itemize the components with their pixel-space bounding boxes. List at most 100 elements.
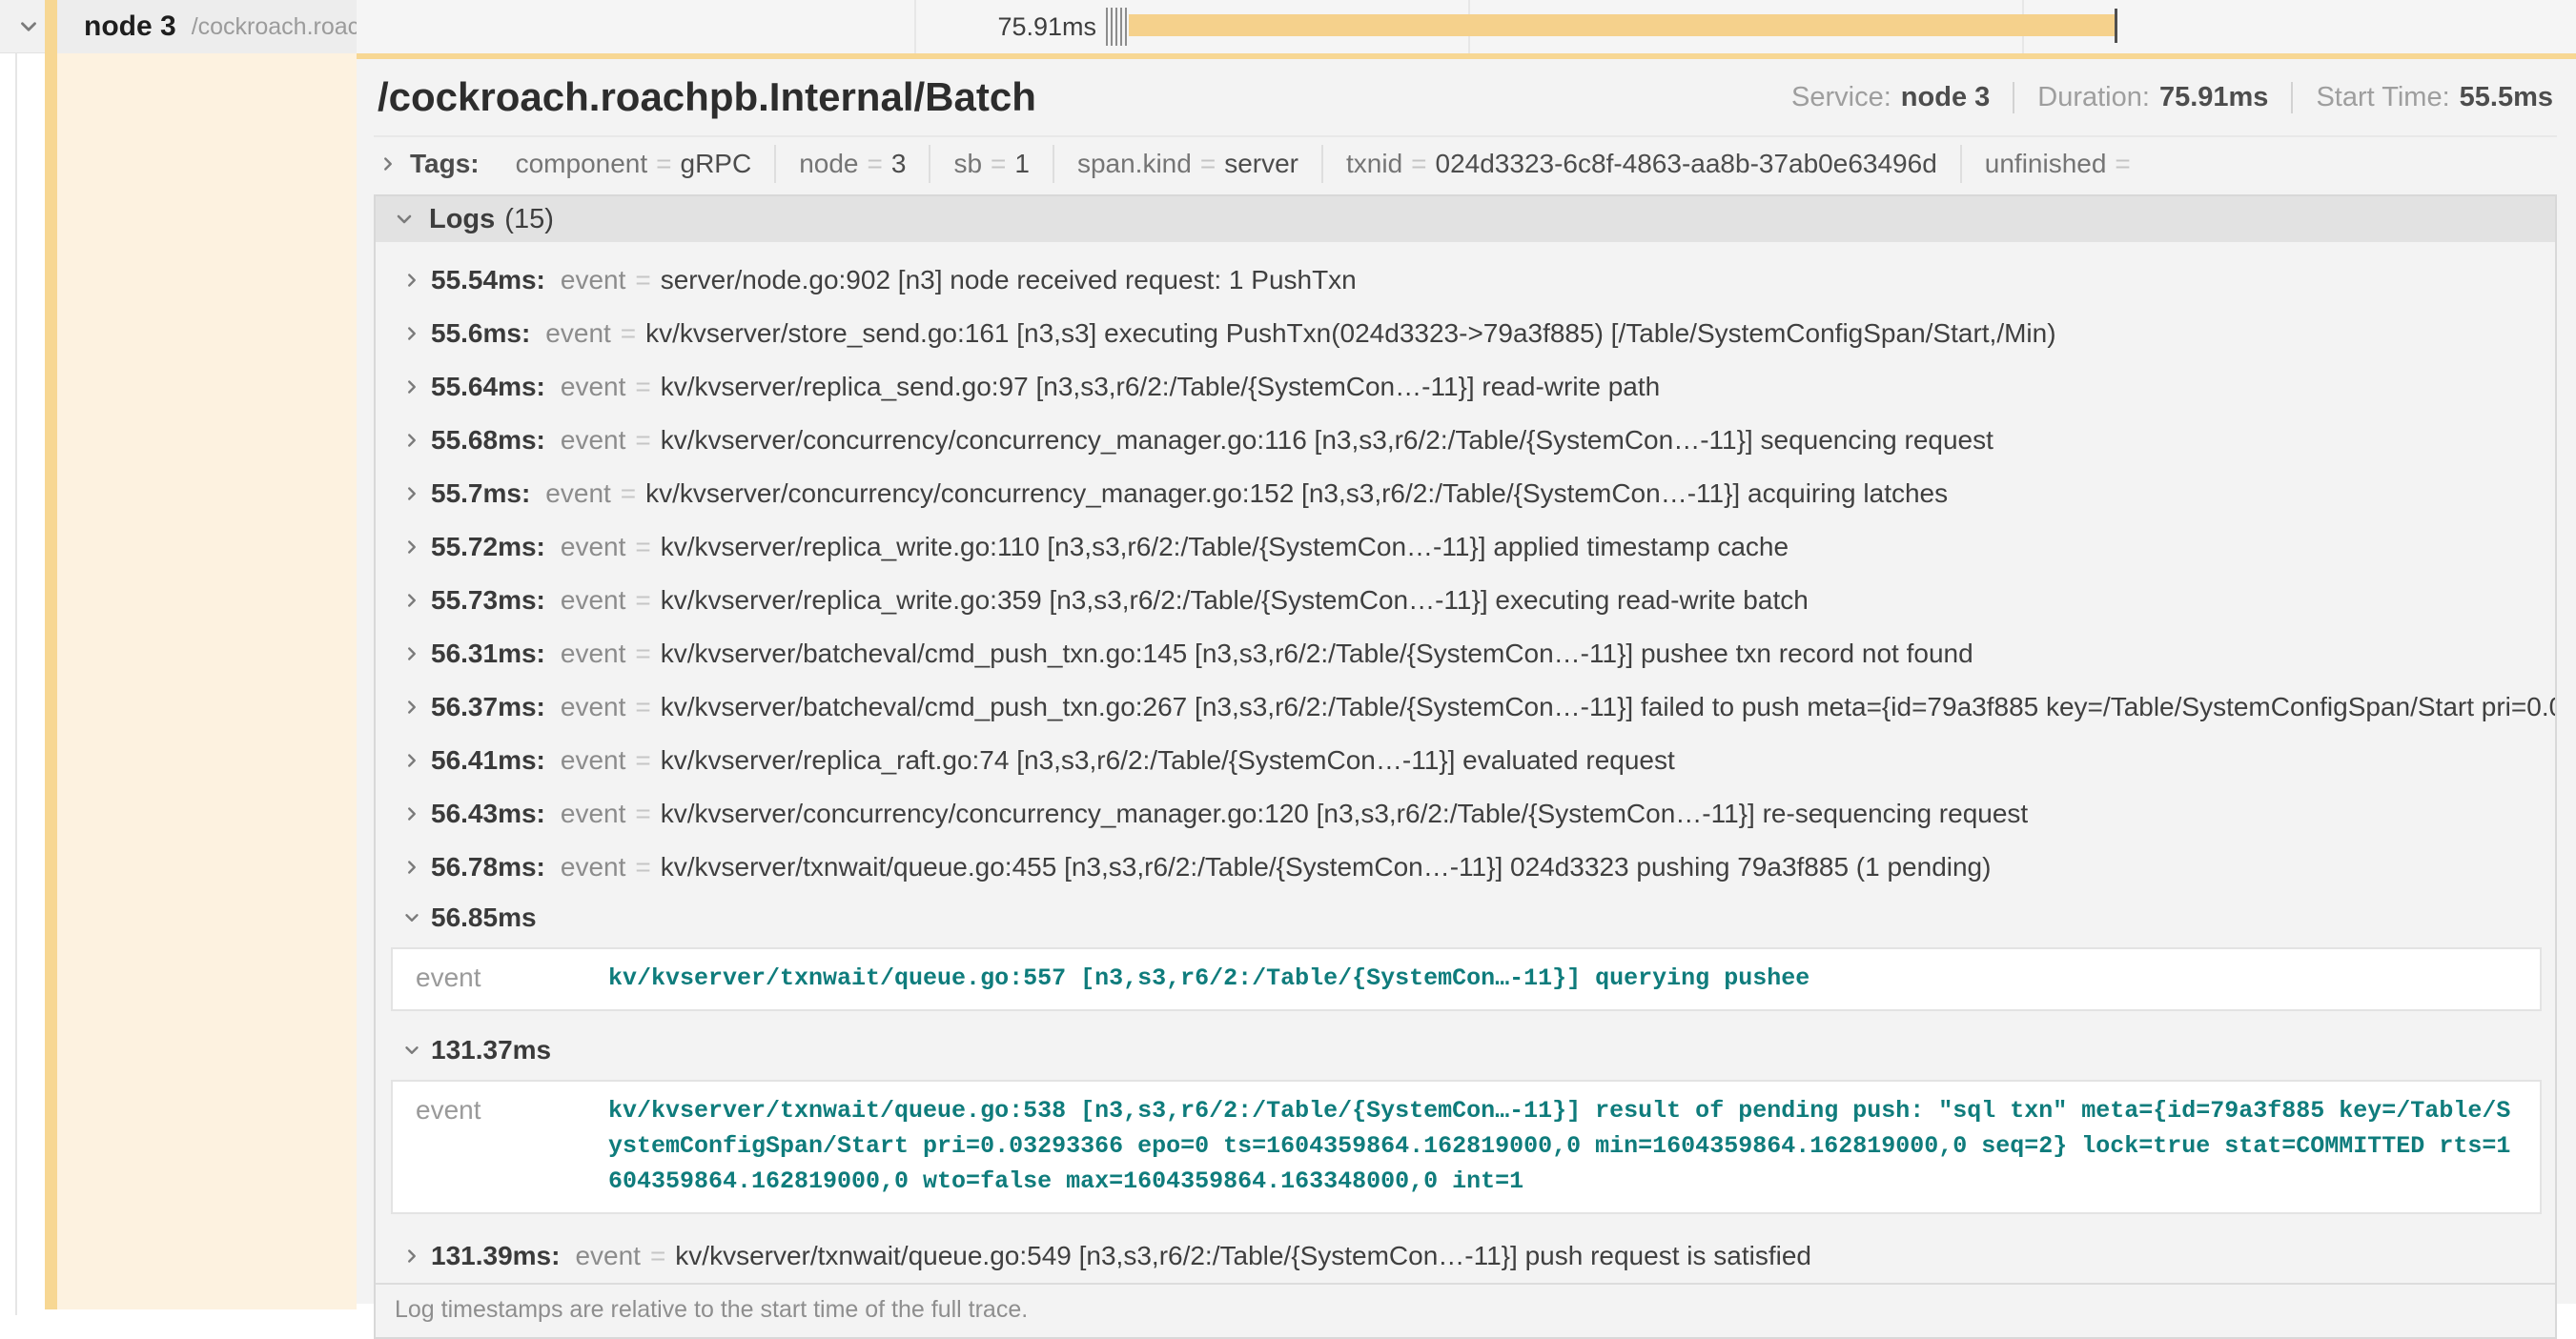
log-timestamp: 56.37ms: xyxy=(431,692,545,722)
log-row[interactable]: 56.43ms: event = kv/kvserver/concurrency… xyxy=(376,787,2555,841)
log-field-key: event xyxy=(561,372,626,402)
log-row[interactable]: 56.78ms: event = kv/kvserver/txnwait/que… xyxy=(376,841,2555,894)
log-row[interactable]: 55.6ms: event = kv/kvserver/store_send.g… xyxy=(376,307,2555,360)
log-field-value: kv/kvserver/replica_raft.go:74 [n3,s3,r6… xyxy=(661,745,2555,776)
meta-value: node 3 xyxy=(1901,82,1990,113)
tag-item[interactable]: node = 3 xyxy=(774,145,929,183)
span-service-name: node 3 xyxy=(84,10,176,43)
log-row[interactable]: 131.39ms: event = kv/kvserver/txnwait/qu… xyxy=(376,1229,2555,1283)
meta-value: 55.5ms xyxy=(2460,82,2553,113)
span-meta-item: Service: node 3 xyxy=(1791,82,1990,113)
chevron-right-icon[interactable] xyxy=(393,270,431,291)
selected-span-name-column[interactable] xyxy=(57,53,357,1309)
tags-row[interactable]: Tags: component = gRPC node = 3 sb = 1 s… xyxy=(374,137,2557,191)
span-meta-item: Duration: 75.91ms xyxy=(2013,82,2268,113)
tag-item[interactable]: span.kind = server xyxy=(1053,145,1321,183)
tag-key: sb xyxy=(953,149,982,179)
tag-key: unfinished xyxy=(1985,149,2107,179)
span-meta-item: Start Time: 55.5ms xyxy=(2291,82,2553,113)
chevron-right-icon[interactable] xyxy=(393,323,431,344)
span-duration-bar[interactable] xyxy=(1129,14,2115,36)
log-row[interactable]: 56.41ms: event = kv/kvserver/replica_raf… xyxy=(376,734,2555,787)
logs-header[interactable]: Logs (15) xyxy=(376,196,2555,242)
chevron-down-icon[interactable] xyxy=(393,1040,431,1061)
log-timestamp: 55.68ms: xyxy=(431,425,545,456)
chevron-right-icon[interactable] xyxy=(378,153,399,174)
chevron-right-icon[interactable] xyxy=(393,643,431,664)
chevron-right-icon[interactable] xyxy=(393,537,431,558)
equals-sign: = xyxy=(635,639,650,669)
log-timestamp: 56.85ms xyxy=(431,903,537,933)
log-field-value: kv/kvserver/concurrency/concurrency_mana… xyxy=(661,425,2555,456)
log-field-value: kv/kvserver/store_send.go:161 [n3,s3] ex… xyxy=(645,318,2555,349)
tag-item[interactable]: txnid = 024d3323-6c8f-4863-aa8b-37ab0e63… xyxy=(1321,145,1960,183)
log-detail-key: event xyxy=(393,1082,608,1126)
log-field-value: kv/kvserver/batcheval/cmd_push_txn.go:14… xyxy=(661,639,2555,669)
log-timestamp: 55.7ms: xyxy=(431,478,530,509)
log-field-value: kv/kvserver/concurrency/concurrency_mana… xyxy=(661,799,2555,829)
span-duration-label: 75.91ms xyxy=(887,0,1096,53)
chevron-down-icon[interactable] xyxy=(16,14,41,39)
span-bar-end-marker xyxy=(2115,9,2117,43)
log-field-key: event xyxy=(575,1241,641,1271)
meta-label: Start Time: xyxy=(2316,82,2449,113)
log-timestamp: 55.73ms: xyxy=(431,585,545,616)
span-name-tab[interactable]: node 3 /cockroach.roach… xyxy=(57,0,357,53)
log-field-key: event xyxy=(545,318,611,349)
log-row-expanded[interactable]: 56.85ms xyxy=(376,894,2555,942)
logs-section: Logs (15) 55.54ms: event = server/node.g… xyxy=(374,194,2557,1339)
log-field-value: kv/kvserver/txnwait/queue.go:455 [n3,s3,… xyxy=(661,852,2555,883)
log-row-expanded[interactable]: 131.37ms xyxy=(376,1026,2555,1074)
log-row[interactable]: 56.31ms: event = kv/kvserver/batcheval/c… xyxy=(376,627,2555,680)
log-field-key: event xyxy=(545,478,611,509)
log-detail-value: kv/kvserver/txnwait/queue.go:538 [n3,s3,… xyxy=(608,1082,2540,1212)
tag-key: node xyxy=(799,149,858,179)
chevron-right-icon[interactable] xyxy=(393,750,431,771)
span-detail-header: /cockroach.roachpb.Internal/Batch Servic… xyxy=(374,59,2557,120)
equals-sign: = xyxy=(621,318,636,349)
tags-list: component = gRPC node = 3 sb = 1 span.ki… xyxy=(493,145,2162,183)
tree-guide-line xyxy=(15,0,17,1315)
tag-value: server xyxy=(1224,149,1298,179)
tag-item[interactable]: component = gRPC xyxy=(493,145,775,183)
chevron-down-icon[interactable] xyxy=(393,208,416,231)
equals-sign: = xyxy=(635,425,650,456)
log-row[interactable]: 55.72ms: event = kv/kvserver/replica_wri… xyxy=(376,520,2555,574)
tag-item[interactable]: sb = 1 xyxy=(929,145,1053,183)
log-field-key: event xyxy=(561,852,626,883)
chevron-right-icon[interactable] xyxy=(393,697,431,718)
chevron-down-icon[interactable] xyxy=(393,907,431,928)
log-timestamp: 56.31ms: xyxy=(431,639,545,669)
equals-sign: = xyxy=(635,532,650,562)
log-row[interactable]: 55.68ms: event = kv/kvserver/concurrency… xyxy=(376,414,2555,467)
log-row[interactable]: 55.64ms: event = kv/kvserver/replica_sen… xyxy=(376,360,2555,414)
chevron-right-icon[interactable] xyxy=(393,590,431,611)
log-row[interactable]: 56.37ms: event = kv/kvserver/batcheval/c… xyxy=(376,680,2555,734)
equals-sign: = xyxy=(991,149,1006,179)
log-field-value: kv/kvserver/batcheval/cmd_push_txn.go:26… xyxy=(661,692,2555,722)
equals-sign: = xyxy=(635,745,650,776)
logs-footer-note: Log timestamps are relative to the start… xyxy=(376,1283,2555,1337)
tags-section-label[interactable]: Tags: xyxy=(410,149,480,179)
chevron-right-icon[interactable] xyxy=(393,1246,431,1267)
tag-value: 3 xyxy=(891,149,907,179)
meta-label: Service: xyxy=(1791,82,1891,113)
log-field-key: event xyxy=(561,639,626,669)
log-field-key: event xyxy=(561,799,626,829)
log-field-key: event xyxy=(561,265,626,295)
equals-sign: = xyxy=(635,585,650,616)
chevron-right-icon[interactable] xyxy=(393,803,431,824)
log-row[interactable]: 55.54ms: event = server/node.go:902 [n3]… xyxy=(376,254,2555,307)
log-field-value: kv/kvserver/replica_write.go:110 [n3,s3,… xyxy=(661,532,2555,562)
equals-sign: = xyxy=(635,265,650,295)
equals-sign: = xyxy=(650,1241,665,1271)
logs-title: Logs xyxy=(429,204,495,235)
chevron-right-icon[interactable] xyxy=(393,430,431,451)
tag-item[interactable]: unfinished = xyxy=(1960,145,2162,183)
chevron-right-icon[interactable] xyxy=(393,857,431,878)
logs-body: 55.54ms: event = server/node.go:902 [n3]… xyxy=(376,242,2555,1283)
log-row[interactable]: 55.7ms: event = kv/kvserver/concurrency/… xyxy=(376,467,2555,520)
log-row[interactable]: 55.73ms: event = kv/kvserver/replica_wri… xyxy=(376,574,2555,627)
chevron-right-icon[interactable] xyxy=(393,483,431,504)
chevron-right-icon[interactable] xyxy=(393,376,431,397)
